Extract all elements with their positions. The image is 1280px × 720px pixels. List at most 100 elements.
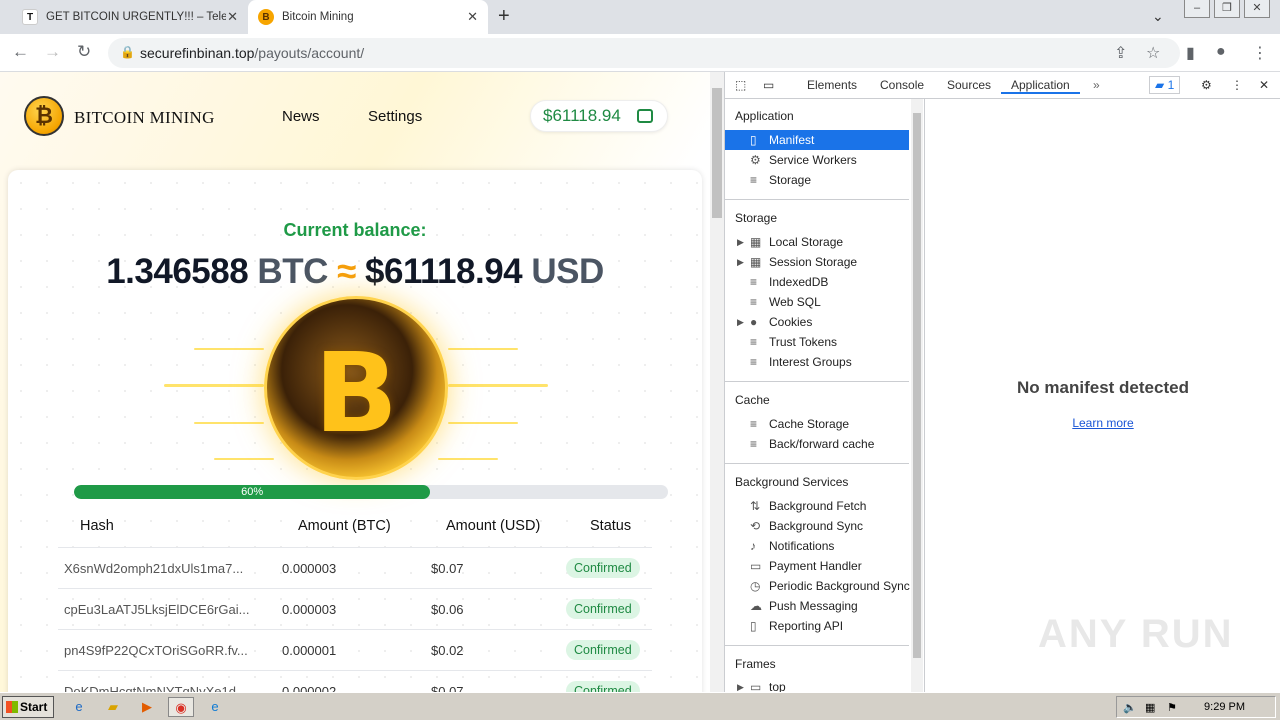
address-bar[interactable]: 🔒 securefinbinan.top/payouts/account/ [108,38,1180,68]
tab-sources[interactable]: Sources [947,78,991,92]
close-tab-icon[interactable]: ✕ [467,9,478,25]
sidebar-item-storage[interactable]: ≡ Storage [725,170,909,190]
sidebar-item-reporting-api[interactable]: ▯ Reporting API [725,616,909,636]
back-arrow-icon[interactable]: ← [12,42,29,62]
media-player-icon[interactable]: ▶ [136,697,158,717]
close-window-icon[interactable]: ✕ [1244,0,1270,18]
browser-menu-icon[interactable]: ⋮ [1252,43,1268,63]
scrollbar-thumb[interactable] [913,113,921,658]
nav-settings-link[interactable]: Settings [368,108,422,125]
side-panel-icon[interactable]: ▮ [1186,43,1195,63]
table-row[interactable]: pn4S9fP22QCxTOriSGoRR.fv... 0.000001 $0.… [58,629,652,670]
sidebar-item-service-workers[interactable]: ⚙ Service Workers [725,150,909,170]
close-tab-icon[interactable]: ✕ [227,9,238,25]
sidebar-item-background-fetch[interactable]: ⇅ Background Fetch [725,496,909,516]
volume-icon[interactable]: 🔈 [1123,701,1137,714]
new-tab-icon[interactable]: + [498,5,510,28]
chrome-icon[interactable]: ◉ [168,697,194,717]
usd-unit: USD [531,252,604,291]
clock-icon: ◷ [750,579,761,593]
table-row[interactable]: DoKDmHcqtNmNYTqNyXe1d... 0.000002 $0.07 … [58,670,652,692]
database-icon: ≡ [750,437,758,451]
reload-icon[interactable]: ↻ [77,42,91,62]
folder-icon[interactable]: ▰ [102,697,124,717]
balance-card: Current balance: 1.346588 BTC ≈ $61118.9… [8,170,702,692]
page-scrollbar[interactable] [710,72,724,692]
close-devtools-icon[interactable]: ✕ [1259,78,1269,92]
tab-bitcoin-mining[interactable]: B Bitcoin Mining ✕ [248,0,488,34]
expand-triangle-icon[interactable]: ▶ [737,232,744,252]
expand-triangle-icon[interactable]: ▶ [737,252,744,272]
sidebar-item-manifest[interactable]: ▯ Manifest [725,130,909,150]
tab-search-chevron-icon[interactable]: ⌄ [1152,8,1164,25]
sidebar-item-cookies[interactable]: ▶ ● Cookies [725,312,909,332]
site-logo-text[interactable]: BITCOIN MINING [74,108,215,128]
tab-elements[interactable]: Elements [807,78,857,92]
nav-news-link[interactable]: News [282,108,320,125]
telegra-favicon-icon: T [22,9,38,25]
expand-triangle-icon[interactable]: ▶ [737,312,744,332]
sidebar-item-notifications[interactable]: ♪ Notifications [725,536,909,556]
cloud-icon: ☁ [750,599,762,613]
database-icon: ≡ [750,335,758,349]
bell-icon: ♪ [750,539,756,553]
site-header: ₿ BITCOIN MINING News Settings $61118.94 [0,72,710,162]
database-icon: ≡ [750,275,758,289]
sidebar-item-indexeddb[interactable]: ≡ IndexedDB [725,272,909,292]
sidebar-item-interest-groups[interactable]: ≡ Interest Groups [725,352,909,372]
section-cache: Cache [735,393,770,407]
more-tabs-icon[interactable]: » [1093,78,1100,92]
issues-badge[interactable]: ▰ 1 [1149,76,1181,94]
sidebar-item-payment-handler[interactable]: ▭ Payment Handler [725,556,909,576]
sidebar-item-cache-storage[interactable]: ≡ Cache Storage [725,414,909,434]
sidebar-item-push-messaging[interactable]: ☁ Push Messaging [725,596,909,616]
sidebar-item-periodic-background-sync[interactable]: ◷ Periodic Background Sync [725,576,910,596]
forward-arrow-icon[interactable]: → [44,42,61,62]
scrollbar-thumb[interactable] [712,88,722,218]
devtools-panel: ⬚ ▭ Elements Console Sources Application… [724,72,1280,692]
sidebar-item-back-forward-cache[interactable]: ≡ Back/forward cache [725,434,909,454]
sidebar-item-local-storage[interactable]: ▶ ▦ Local Storage [725,232,909,252]
windows-taskbar: Start e ▰ ▶ ◉ e 🔈 ▦ ⚑ 9:29 PM [0,692,1280,720]
hash-cell: DoKDmHcqtNmNYTqNyXe1d... [64,684,247,692]
device-toolbar-icon[interactable]: ▭ [763,78,774,92]
tab-application[interactable]: Application [1001,78,1080,94]
section-background-services: Background Services [735,475,849,489]
table-row[interactable]: cpEu3LaATJ5LksjElDCE6rGai... 0.000003 $0… [58,588,652,629]
sidebar-scrollbar[interactable] [911,99,923,692]
clock: 9:29 PM [1204,701,1245,713]
learn-more-link[interactable]: Learn more [925,416,1280,430]
status-badge: Confirmed [566,599,640,619]
table-row[interactable]: X6snWd2omph21dxUls1ma7... 0.000003 $0.07… [58,547,652,588]
settings-gear-icon[interactable]: ⚙ [1201,78,1212,92]
tab-console[interactable]: Console [880,78,924,92]
application-sidebar: Application ▯ Manifest ⚙ Service Workers ≡… [725,99,925,692]
network-icon[interactable]: ▦ [1145,701,1155,714]
sidebar-item-background-sync[interactable]: ⟲ Background Sync [725,516,909,536]
sidebar-item-frame-top[interactable]: ▶ ▭ top [725,677,909,692]
expand-triangle-icon[interactable]: ▶ [737,677,744,692]
flag-icon[interactable]: ⚑ [1167,701,1177,714]
lock-icon[interactable]: 🔒 [120,45,135,59]
hash-cell: pn4S9fP22QCxTOriSGoRR.fv... [64,643,248,658]
tab-telegra[interactable]: T GET BITCOIN URGENTLY!!! – Telegra ✕ [12,0,248,34]
inspect-element-icon[interactable]: ⬚ [735,78,746,92]
anyrun-watermark: ANY RUN [1038,612,1234,656]
restore-icon[interactable]: ❐ [1214,0,1240,18]
edge-icon[interactable]: e [204,697,226,717]
sidebar-item-trust-tokens[interactable]: ≡ Trust Tokens [725,332,909,352]
bookmark-star-icon[interactable]: ☆ [1146,43,1160,63]
btc-cell: 0.000001 [282,643,337,658]
devtools-menu-icon[interactable]: ⋮ [1231,78,1243,92]
minimize-icon[interactable]: – [1184,0,1210,18]
balance-pill[interactable]: $61118.94 [530,100,668,132]
sidebar-item-web-sql[interactable]: ≡ Web SQL [725,292,909,312]
status-badge: Confirmed [566,558,640,578]
bitcoin-logo-icon[interactable]: ₿ [24,96,64,136]
profile-avatar-icon[interactable]: ● [1216,43,1226,61]
bitcoin-favicon-icon: B [258,9,274,25]
start-button[interactable]: Start [2,696,54,718]
sidebar-item-session-storage[interactable]: ▶ ▦ Session Storage [725,252,909,272]
ie-icon[interactable]: e [68,697,90,717]
share-icon[interactable]: ⇪ [1114,43,1127,63]
